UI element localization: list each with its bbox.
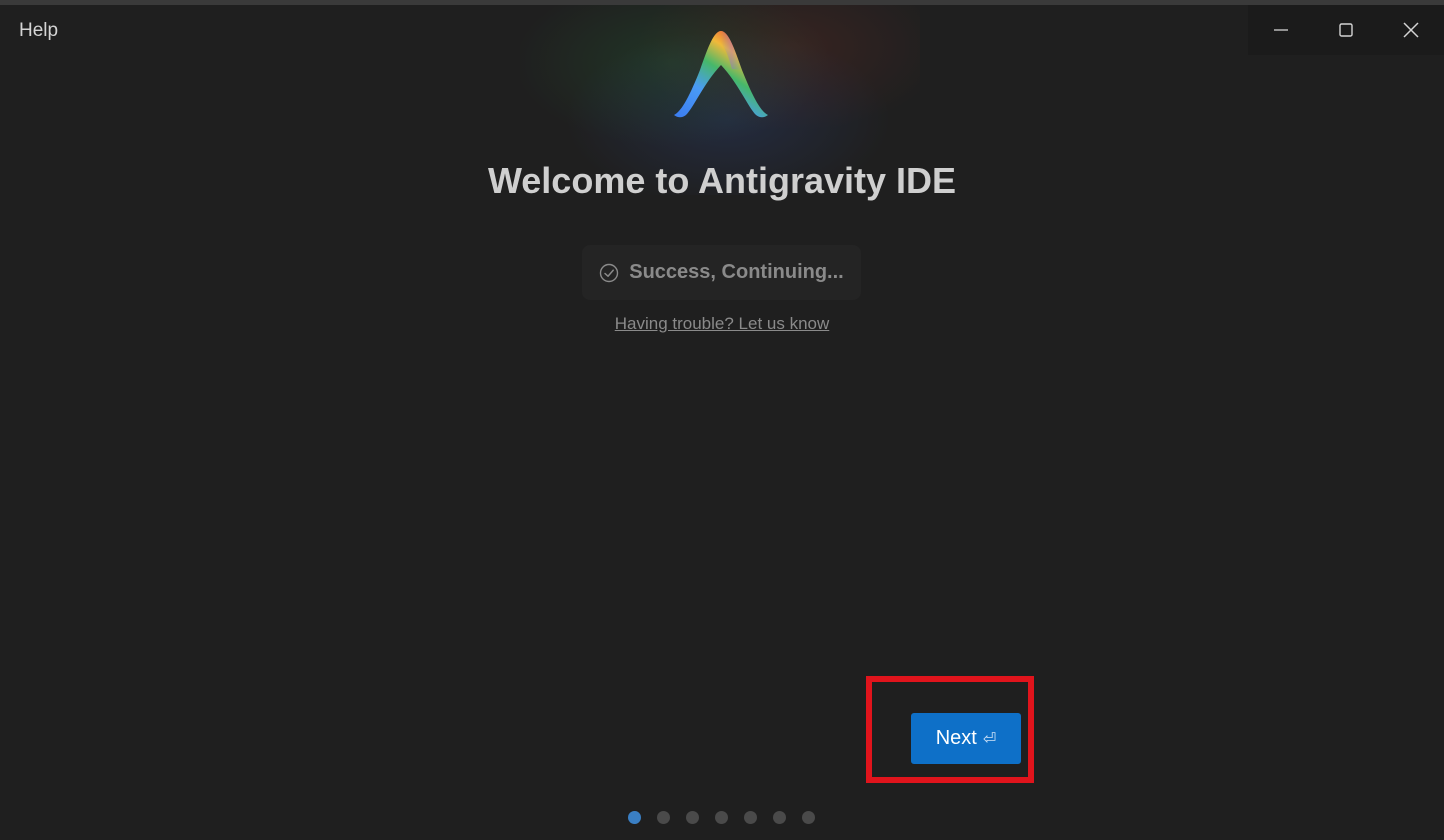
status-indicator: Success, Continuing... <box>582 245 861 300</box>
next-button-label: Next <box>935 727 977 749</box>
step-dot-2[interactable] <box>657 811 670 824</box>
step-dot-7[interactable] <box>802 811 815 824</box>
status-text: Success, Continuing... <box>629 261 844 283</box>
check-circle-icon <box>600 263 619 282</box>
antigravity-logo <box>674 31 768 118</box>
step-dot-3[interactable] <box>686 811 699 824</box>
step-dot-1[interactable] <box>628 811 641 824</box>
menu-help[interactable]: Help <box>19 20 58 42</box>
close-button[interactable] <box>1378 5 1443 55</box>
minimize-icon <box>1273 29 1288 31</box>
welcome-title: Welcome to Antigravity IDE <box>487 160 957 201</box>
close-icon <box>1402 22 1419 38</box>
having-trouble-link[interactable]: Having trouble? Let us know <box>615 314 830 333</box>
window-controls <box>1248 5 1444 55</box>
step-pagination <box>628 811 815 824</box>
maximize-icon <box>1338 23 1353 37</box>
step-dot-6[interactable] <box>773 811 786 824</box>
step-dot-4[interactable] <box>715 811 728 824</box>
minimize-button[interactable] <box>1248 5 1313 55</box>
maximize-button[interactable] <box>1313 5 1378 55</box>
enter-key-icon: ⏎ <box>982 730 997 748</box>
onboarding-window: Help Welcome to Antigravity IDE Success,… <box>0 0 1444 840</box>
next-button[interactable]: Next ⏎ <box>911 713 1021 764</box>
step-dot-5[interactable] <box>744 811 757 824</box>
